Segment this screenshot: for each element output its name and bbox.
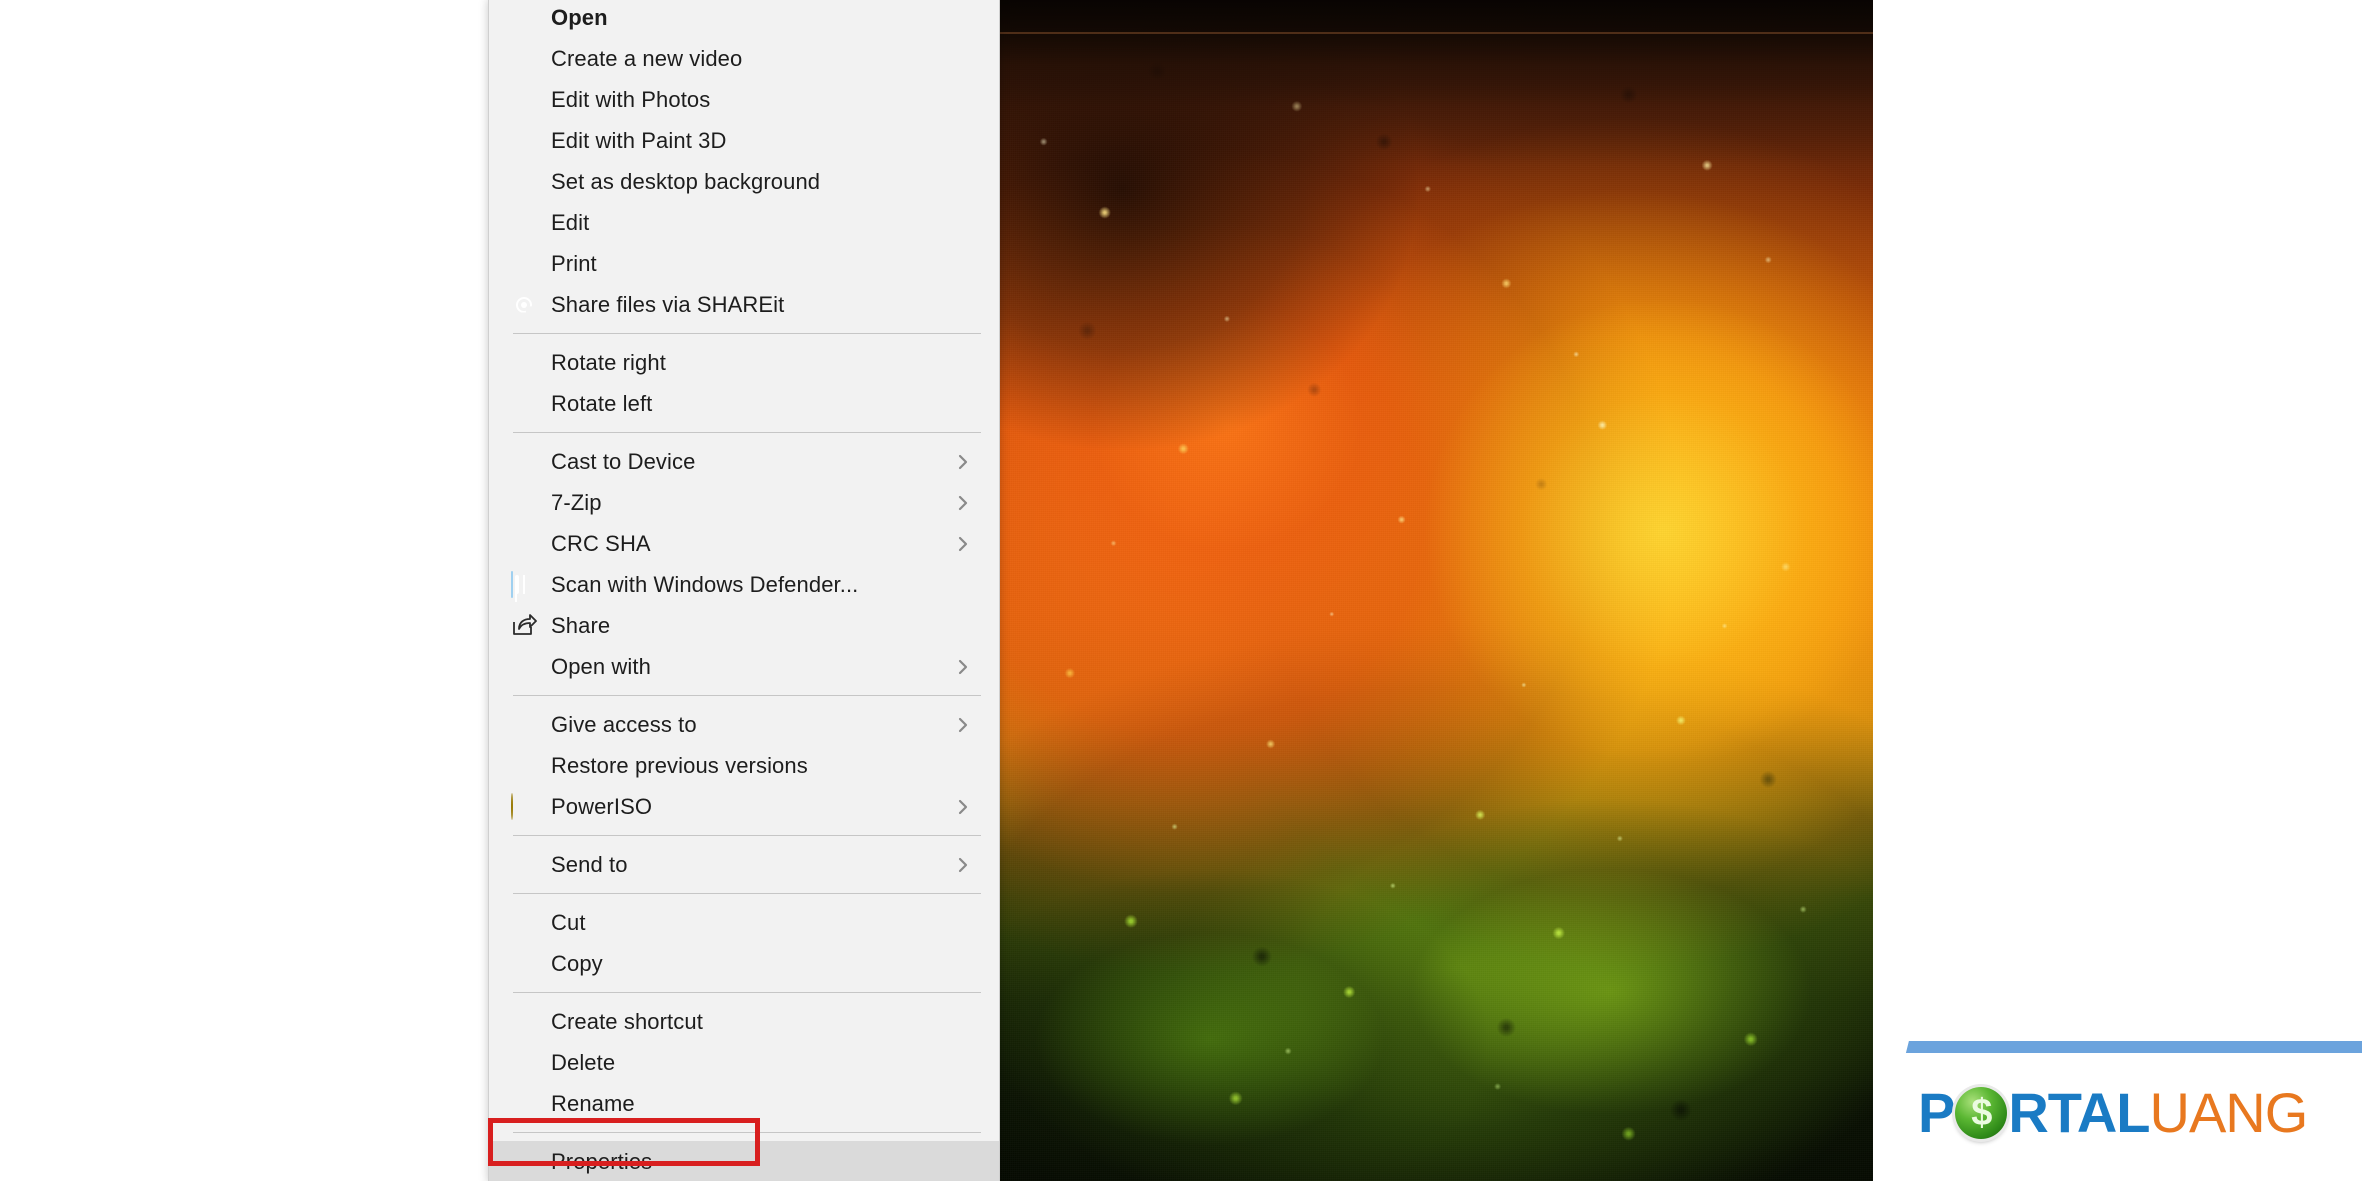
dollar-glyph: $ [1971,1092,1992,1134]
menu-item-restore-previous-versions[interactable]: Restore previous versions [489,745,999,786]
dollar-coin-icon: $ [1955,1087,2008,1139]
windows-defender-icon [511,570,537,598]
menu-separator [513,432,981,433]
menu-item-label: Create a new video [551,45,743,71]
menu-item-give-access-to[interactable]: Give access to [489,704,999,745]
chevron-right-icon [955,799,971,815]
menu-item-label: Print [551,250,597,276]
menu-item-copy[interactable]: Copy [489,943,999,984]
menu-item-label: Delete [551,1049,616,1075]
menu-item-label: Scan with Windows Defender... [551,571,859,597]
menu-item-share-files-via-shareit[interactable]: Share files via SHAREit [489,284,999,325]
menu-item-delete[interactable]: Delete [489,1042,999,1083]
chevron-right-icon [955,536,971,552]
menu-item-7-zip[interactable]: 7-Zip [489,482,999,523]
photo-top-vignette [1000,0,1873,1181]
menu-item-edit-with-photos[interactable]: Edit with Photos [489,79,999,120]
watermark-brand-part-2: RTAL [2008,1081,2150,1144]
menu-item-label: Create shortcut [551,1008,703,1034]
menu-separator [513,992,981,993]
menu-item-label: Edit [551,209,590,235]
menu-item-label: Rotate left [551,390,653,416]
menu-item-label: Share files via SHAREit [551,291,785,317]
menu-item-open[interactable]: Open [489,0,999,38]
menu-item-crc-sha[interactable]: CRC SHA [489,523,999,564]
menu-item-scan-with-windows-defender[interactable]: Scan with Windows Defender... [489,564,999,605]
menu-item-label: Rotate right [551,349,666,375]
menu-item-send-to[interactable]: Send to [489,844,999,885]
menu-separator [513,1132,981,1133]
menu-item-rotate-left[interactable]: Rotate left [489,383,999,424]
menu-item-rotate-right[interactable]: Rotate right [489,342,999,383]
menu-item-create-a-new-video[interactable]: Create a new video [489,38,999,79]
menu-item-label: Open [551,4,608,30]
menu-item-edit-with-paint-3d[interactable]: Edit with Paint 3D [489,120,999,161]
menu-item-label: Send to [551,851,628,877]
chevron-right-icon [955,495,971,511]
menu-item-label: Cast to Device [551,448,696,474]
menu-item-properties[interactable]: Properties [489,1141,999,1181]
file-context-menu[interactable]: Open Create a new video Edit with Photos Ed… [488,0,1000,1181]
menu-item-label: Restore previous versions [551,752,808,778]
menu-item-label: Open with [551,653,651,679]
menu-item-print[interactable]: Print [489,243,999,284]
menu-item-label: Edit with Paint 3D [551,127,727,153]
shareit-icon [511,292,537,318]
screenshot-root: Open Create a new video Edit with Photos Ed… [0,0,2362,1181]
menu-separator [513,333,981,334]
menu-item-label: Cut [551,909,586,935]
portaluang-watermark: P $ RTAL UANG [1874,1041,2362,1181]
poweriso-icon [511,792,537,820]
menu-item-rename[interactable]: Rename [489,1083,999,1124]
menu-item-share[interactable]: Share [489,605,999,646]
menu-item-label: Rename [551,1090,635,1116]
menu-item-label: Properties [551,1148,653,1174]
chevron-right-icon [955,717,971,733]
menu-item-set-as-desktop-background[interactable]: Set as desktop background [489,161,999,202]
menu-item-open-with[interactable]: Open with [489,646,999,687]
chevron-right-icon [955,659,971,675]
menu-item-label: Give access to [551,711,697,737]
menu-item-label: PowerISO [551,793,653,819]
menu-separator [513,893,981,894]
chevron-right-icon [955,857,971,873]
colored-powder-explosion-photo [1000,0,1873,1181]
chevron-right-icon [955,454,971,470]
menu-item-cut[interactable]: Cut [489,902,999,943]
watermark-brand-part-3: UANG [2149,1081,2309,1144]
menu-item-create-shortcut[interactable]: Create shortcut [489,1001,999,1042]
menu-item-edit[interactable]: Edit [489,202,999,243]
watermark-wordmark: P $ RTAL UANG [1918,1081,2309,1144]
photo-top-seam [1000,32,1873,34]
menu-separator [513,695,981,696]
menu-separator [513,835,981,836]
menu-item-label: CRC SHA [551,530,651,556]
menu-item-label: Set as desktop background [551,168,821,194]
menu-item-poweriso[interactable]: PowerISO [489,786,999,827]
menu-item-label: Edit with Photos [551,86,711,112]
menu-item-label: Share [551,612,611,638]
menu-item-cast-to-device[interactable]: Cast to Device [489,441,999,482]
menu-item-label: 7-Zip [551,489,602,515]
share-icon [511,613,537,639]
watermark-brand-part-1: P [1918,1081,1955,1144]
menu-item-label: Copy [551,950,603,976]
